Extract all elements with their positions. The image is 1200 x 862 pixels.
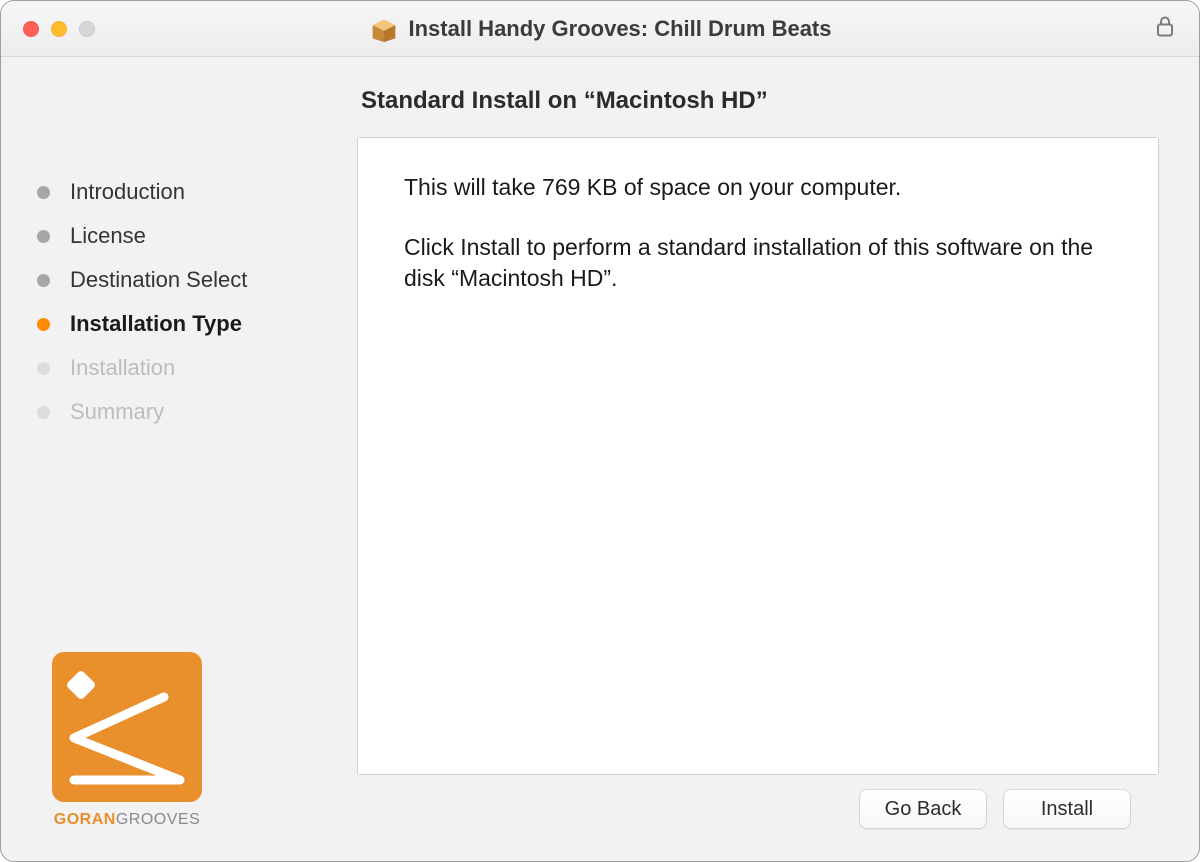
step-destination-select: Destination Select <box>37 267 347 293</box>
window-title: Install Handy Grooves: Chill Drum Beats <box>409 16 832 42</box>
minimize-window-button[interactable] <box>51 21 67 37</box>
step-dot-icon <box>37 186 50 199</box>
close-window-button[interactable] <box>23 21 39 37</box>
step-label: Summary <box>70 399 164 425</box>
brand-word-1: GORAN <box>54 811 116 828</box>
installer-window: Install Handy Grooves: Chill Drum Beats … <box>0 0 1200 862</box>
step-label: License <box>70 223 146 249</box>
brand-text: GORANGROOVES <box>47 811 207 829</box>
footer-buttons: Go Back Install <box>357 775 1159 861</box>
space-requirement-text: This will take 769 KB of space on your c… <box>404 172 1112 204</box>
step-license: License <box>37 223 347 249</box>
zoom-window-button[interactable] <box>79 21 95 37</box>
brand-word-2: GROOVES <box>116 811 200 828</box>
step-dot-icon <box>37 318 50 331</box>
main-heading: Standard Install on “Macintosh HD” <box>361 87 1159 115</box>
brand-logo: GORANGROOVES <box>47 652 207 829</box>
step-summary: Summary <box>37 399 347 425</box>
install-steps: Introduction License Destination Select … <box>37 179 347 425</box>
step-label: Introduction <box>70 179 185 205</box>
step-dot-icon <box>37 362 50 375</box>
titlebar: Install Handy Grooves: Chill Drum Beats <box>1 1 1199 57</box>
step-dot-icon <box>37 274 50 287</box>
content-box: This will take 769 KB of space on your c… <box>357 137 1159 775</box>
step-installation: Installation <box>37 355 347 381</box>
title-center: Install Handy Grooves: Chill Drum Beats <box>1 14 1199 44</box>
step-dot-icon <box>37 230 50 243</box>
drumstick-icon <box>52 652 202 802</box>
install-button[interactable]: Install <box>1003 789 1131 829</box>
instruction-text: Click Install to perform a standard inst… <box>404 232 1112 295</box>
step-introduction: Introduction <box>37 179 347 205</box>
sidebar: Introduction License Destination Select … <box>1 57 357 861</box>
step-label: Destination Select <box>70 267 247 293</box>
step-installation-type: Installation Type <box>37 311 347 337</box>
main-panel: Standard Install on “Macintosh HD” This … <box>357 57 1199 861</box>
go-back-button[interactable]: Go Back <box>859 789 987 829</box>
step-label: Installation Type <box>70 311 242 337</box>
window-body: Introduction License Destination Select … <box>1 57 1199 861</box>
lock-icon[interactable] <box>1155 14 1175 43</box>
window-controls <box>1 21 95 37</box>
step-label: Installation <box>70 355 175 381</box>
package-icon <box>369 14 399 44</box>
step-dot-icon <box>37 406 50 419</box>
